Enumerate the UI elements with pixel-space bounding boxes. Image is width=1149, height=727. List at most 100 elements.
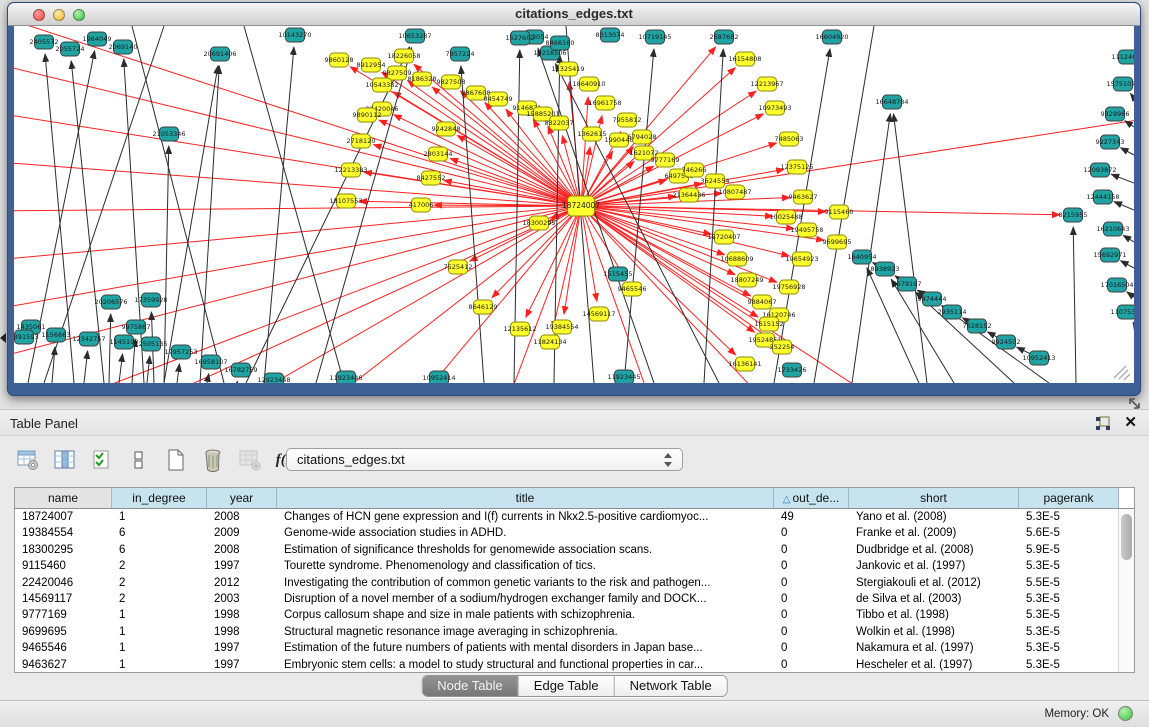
table-cell[interactable]: Franke et al. (2009) xyxy=(849,525,1019,541)
table-cell[interactable]: Dudbridge et al. (2008) xyxy=(849,542,1019,558)
table-cell[interactable]: 1998 xyxy=(207,607,277,623)
selected-edge[interactable] xyxy=(14,206,581,311)
table-row[interactable]: 946554611997Estimation of the future num… xyxy=(15,640,1118,656)
table-cell[interactable]: Estimation of significance thresholds fo… xyxy=(277,542,774,558)
tab-edge-table[interactable]: Edge Table xyxy=(518,676,614,696)
network-canvas[interactable]: 2405572205572419640492069140206914061014… xyxy=(14,26,1134,383)
table-cell[interactable]: 0 xyxy=(774,624,849,640)
table-cell[interactable]: 2009 xyxy=(207,525,277,541)
edge[interactable] xyxy=(1123,235,1134,242)
close-panel-icon[interactable]: ✕ xyxy=(1124,413,1137,431)
edge[interactable] xyxy=(893,114,927,383)
table-cell[interactable]: Estimation of the future numbers of pati… xyxy=(277,640,774,656)
table-row[interactable]: 946362711997Embryonic stem cells: a mode… xyxy=(15,657,1118,672)
table-cell[interactable]: Jankovic et al. (1997) xyxy=(849,558,1019,574)
table-cell[interactable]: 5.9E-5 xyxy=(1019,542,1118,558)
vertical-scrollbar[interactable] xyxy=(1118,509,1134,672)
network-view-window[interactable]: citations_edges.txt 24055722055724196404… xyxy=(7,2,1141,396)
table-cell[interactable]: Yano et al. (2008) xyxy=(849,509,1019,525)
table-row[interactable]: 1456911722003Disruption of a novel membe… xyxy=(15,591,1118,607)
column-header-year[interactable]: year xyxy=(207,488,277,508)
table-cell[interactable]: 5.3E-5 xyxy=(1019,624,1118,640)
column-header-name[interactable]: name xyxy=(15,488,112,508)
table-panel-titlebar[interactable]: Table Panel ✕ xyxy=(0,409,1149,436)
table-cell[interactable]: 6 xyxy=(112,525,207,541)
edge[interactable] xyxy=(109,314,111,383)
column-header-out_de[interactable]: △out_de... xyxy=(774,488,849,508)
selected-edge[interactable] xyxy=(14,161,581,206)
table-cell[interactable]: 1997 xyxy=(207,558,277,574)
edge[interactable] xyxy=(1073,227,1076,383)
table-cell[interactable]: 1997 xyxy=(207,640,277,656)
table-cell[interactable]: 1 xyxy=(112,640,207,656)
canvas-resize-grip[interactable] xyxy=(1114,366,1130,380)
table-cell[interactable]: 2012 xyxy=(207,575,277,591)
table-cell[interactable]: 22420046 xyxy=(15,575,112,591)
table-cell[interactable]: Hescheler et al. (1997) xyxy=(849,657,1019,672)
table-cell[interactable]: 18300295 xyxy=(15,542,112,558)
table-cell[interactable]: 2 xyxy=(112,575,207,591)
column-header-short[interactable]: short xyxy=(849,488,1019,508)
table-cell[interactable]: 0 xyxy=(774,575,849,591)
table-cell[interactable]: Tourette syndrome. Phenomenology and cla… xyxy=(277,558,774,574)
table-cell[interactable]: 9465546 xyxy=(15,640,112,656)
scrollbar-thumb[interactable] xyxy=(1121,514,1132,560)
edge[interactable] xyxy=(119,354,123,383)
window-titlebar[interactable]: citations_edges.txt xyxy=(8,3,1140,26)
edge[interactable] xyxy=(704,49,723,383)
row-selector-icon[interactable] xyxy=(127,448,151,472)
table-cell[interactable]: Nakamura et al. (1997) xyxy=(849,640,1019,656)
panel-collapse-arrow-icon[interactable] xyxy=(0,333,6,343)
table-cell[interactable]: 2003 xyxy=(207,591,277,607)
table-cell[interactable]: Stergiakouli et al. (2012) xyxy=(849,575,1019,591)
table-cell[interactable]: 0 xyxy=(774,657,849,672)
table-cell[interactable]: 14569117 xyxy=(15,591,112,607)
edge[interactable] xyxy=(1114,202,1134,210)
edge[interactable] xyxy=(1121,261,1134,268)
table-cell[interactable]: 5.3E-5 xyxy=(1019,591,1118,607)
table-cell[interactable]: 1 xyxy=(112,509,207,525)
table-row[interactable]: 2242004622012Investigating the contribut… xyxy=(15,575,1118,591)
table-source-dropdown[interactable]: citations_edges.txt xyxy=(286,448,683,471)
table-cell[interactable]: Changes of HCN gene expression and I(f) … xyxy=(277,509,774,525)
table-cell[interactable]: 9463627 xyxy=(15,657,112,672)
tab-node-table[interactable]: Node Table xyxy=(422,676,518,696)
table-cell[interactable]: 6 xyxy=(112,542,207,558)
table-cell[interactable]: 49 xyxy=(774,509,849,525)
selected-edge[interactable] xyxy=(14,26,581,206)
edge[interactable] xyxy=(852,114,890,383)
table-cell[interactable]: 2 xyxy=(112,591,207,607)
selected-edge[interactable] xyxy=(54,206,581,383)
table-cell[interactable]: 2008 xyxy=(207,509,277,525)
selected-edge[interactable] xyxy=(373,145,581,206)
table-cell[interactable]: 5.5E-5 xyxy=(1019,575,1118,591)
memory-ok-indicator-icon[interactable] xyxy=(1118,706,1133,721)
table-cell[interactable]: 0 xyxy=(774,525,849,541)
table-cell[interactable]: 1998 xyxy=(207,624,277,640)
table-cell[interactable]: 0 xyxy=(774,591,849,607)
node-table[interactable]: namein_degreeyeartitle△out_de...shortpag… xyxy=(14,487,1135,673)
selected-edge[interactable] xyxy=(581,206,774,383)
selected-edge[interactable] xyxy=(581,47,716,206)
table-cell[interactable]: 9115460 xyxy=(15,558,112,574)
table-cell[interactable]: 5.3E-5 xyxy=(1019,607,1118,623)
table-row[interactable]: 969969511998Structural magnetic resonanc… xyxy=(15,624,1118,640)
selected-edge[interactable] xyxy=(14,206,581,211)
edge[interactable] xyxy=(207,374,209,383)
edge[interactable] xyxy=(177,364,179,383)
table-settings-icon[interactable] xyxy=(16,448,40,472)
table-row[interactable]: 977716911998Corpus callosum shape and si… xyxy=(15,607,1118,623)
table-cell[interactable]: Corpus callosum shape and size in male p… xyxy=(277,607,774,623)
column-checklist-icon[interactable] xyxy=(90,448,114,472)
edge[interactable] xyxy=(264,47,294,383)
table-cell[interactable]: 1 xyxy=(112,624,207,640)
edge[interactable] xyxy=(1133,322,1134,324)
delete-table-icon[interactable] xyxy=(201,448,225,472)
table-cell[interactable]: 0 xyxy=(774,542,849,558)
table-cell[interactable]: Wolkin et al. (1998) xyxy=(849,624,1019,640)
table-cell[interactable]: 9699695 xyxy=(15,624,112,640)
table-cell[interactable]: Tibbo et al. (1998) xyxy=(849,607,1019,623)
edge[interactable] xyxy=(1127,292,1134,297)
selected-edge[interactable] xyxy=(457,135,581,206)
table-cell[interactable]: 2 xyxy=(112,558,207,574)
